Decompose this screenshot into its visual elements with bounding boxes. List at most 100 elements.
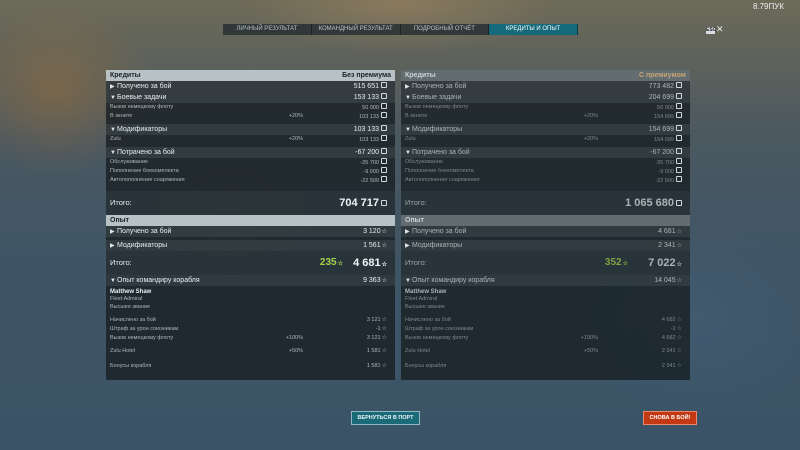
xp-star-icon: ☆ [381, 348, 387, 354]
earned-row[interactable]: ▶ Получено за бой 515 651 [106, 81, 395, 92]
credits-icon [676, 103, 682, 109]
item-label: Пополнение боекомплекта [405, 168, 474, 174]
item-value: -1 [375, 326, 381, 332]
item-percent: +50% [288, 348, 303, 354]
list-item: В зените +20% 103 133 [106, 112, 395, 121]
xp-modifiers-row[interactable]: ▶ Модификаторы 1 561☆ [106, 240, 395, 251]
credits-icon [676, 176, 682, 182]
item-value: 154 699 [654, 114, 674, 120]
earned-label: Получено за бой [117, 83, 172, 90]
credits-icon [381, 125, 387, 131]
credits-icon [676, 125, 682, 131]
item-percent: +20% [288, 136, 303, 142]
xp-star-icon: ☆ [381, 335, 387, 341]
tab-detailed-report[interactable]: ПОДРОБНЫЙ ОТЧЁТ [400, 24, 490, 35]
xp-star-icon: ☆ [676, 363, 682, 369]
total-label: Итого: [405, 258, 427, 267]
commander-rank: Fleet Admiral [405, 296, 438, 302]
credits-icon [676, 82, 682, 88]
free-xp-value: 352 [604, 257, 622, 268]
xp-modifiers-row[interactable]: ▶ Модификаторы 2 341☆ [401, 240, 690, 251]
credits-icon [676, 112, 682, 118]
item-label: Бонусы корабля [405, 363, 447, 369]
list-item: Zulu Hotel +50% 2 341☆ [401, 347, 690, 356]
item-percent: +100% [580, 335, 598, 341]
xp-star-icon: ☆ [676, 335, 682, 341]
credits-mode: С премиумом [638, 72, 686, 79]
tab-personal-result[interactable]: ЛИЧНЫЙ РЕЗУЛЬТАТ [223, 24, 312, 35]
xp-modifiers-value: 2 341 [658, 242, 676, 249]
xp-star-icon: ☆ [676, 278, 682, 284]
credits-icon [381, 112, 387, 118]
credits-total: Итого: 1 065 680 [401, 191, 690, 215]
credits-icon [676, 135, 682, 141]
list-item: Zulu +20% 154 699 [401, 135, 690, 144]
item-percent: +100% [285, 335, 303, 341]
battle-again-button[interactable]: СНОВА В БОЙ! [643, 411, 697, 425]
credits-title: Кредиты [110, 72, 141, 79]
commander-xp-label: Опыт командиру корабля [412, 277, 495, 284]
xp-total-value: 4 681 [353, 257, 381, 269]
spent-row[interactable]: ▼Потрачено за бой -67 200 [106, 147, 395, 158]
xp-modifiers-label: Модификаторы [412, 242, 463, 249]
modifiers-row[interactable]: ▼Модификаторы 154 699 [401, 124, 690, 135]
xp-header: Опыт [106, 215, 395, 226]
item-value: 103 133 [359, 137, 379, 143]
xp-header: Опыт [401, 215, 690, 226]
xp-star-icon: ☆ [381, 317, 387, 323]
item-label: Вызов немецкому флоту [405, 335, 469, 341]
xp-earned-row[interactable]: ▶ Получено за бой 4 681☆ [401, 226, 690, 237]
xp-earned-label: Получено за бой [117, 228, 172, 235]
item-value: 1 581 [366, 348, 381, 354]
xp-star-icon: ☆ [381, 326, 387, 332]
item-value: 2 341 [661, 363, 676, 369]
list-item: Zulu Hotel +50% 1 581☆ [106, 347, 395, 356]
tab-team-result[interactable]: КОМАНДНЫЙ РЕЗУЛЬТАТ [311, 24, 401, 35]
tab-credits-and-xp[interactable]: КРЕДИТЫ И ОПЫТ [489, 24, 578, 35]
earned-row[interactable]: ▶ Получено за бой 773 482 [401, 81, 690, 92]
modifiers-row[interactable]: ▼Модификаторы 103 133 [106, 124, 395, 135]
credits-total: Итого: 704 717 [106, 191, 395, 215]
xp-modifiers-value: 1 561 [363, 242, 381, 249]
missions-row[interactable]: ▼Боевые задачи 153 133 [106, 92, 395, 103]
credits-icon [381, 82, 387, 88]
item-percent: +20% [288, 113, 303, 119]
list-item: Обслуживание -35 700 [106, 158, 395, 167]
total-label: Итого: [110, 258, 132, 267]
item-value: -35 700 [655, 160, 674, 166]
earned-value: 773 482 [648, 83, 674, 90]
xp-star-icon: ☆ [381, 243, 387, 249]
missions-label: Боевые задачи [117, 94, 167, 101]
credits-icon [676, 200, 682, 206]
commander-name: Matthew Shaw [110, 289, 152, 295]
commander-name: Matthew Shaw [405, 289, 447, 295]
item-label: Начислено за бой [405, 317, 451, 323]
list-item: Вызов немецкому флоту +100% 4 682☆ [401, 334, 690, 343]
credits-icon [381, 148, 387, 154]
xp-star-icon: ☆ [381, 278, 387, 284]
close-icon[interactable]: ✕ [716, 24, 724, 35]
item-label: Автопополнение снаряжения [405, 177, 480, 183]
list-item: Вызов немецкому флоту +100% 3 121☆ [106, 334, 395, 343]
missions-row[interactable]: ▼Боевые задачи 204 699 [401, 92, 690, 103]
list-item: Штраф за урон союзникам -1☆ [401, 325, 690, 334]
item-value: 50 000 [657, 105, 674, 111]
list-item: Автопополнение снаряжения -22 500 [401, 176, 690, 185]
return-to-port-button[interactable]: ВЕРНУТЬСЯ В ПОРТ [351, 411, 420, 425]
modifiers-label: Модификаторы [412, 126, 463, 133]
chevron-down-icon: ▼ [405, 278, 411, 284]
item-value: -35 700 [360, 160, 379, 166]
xp-title: Опыт [405, 217, 425, 224]
spent-label: Потрачено за бой [412, 149, 470, 156]
credits-icon [676, 167, 682, 173]
item-label: Вызов немецкому флоту [110, 104, 174, 110]
xp-earned-row[interactable]: ▶ Получено за бой 3 120☆ [106, 226, 395, 237]
spent-row[interactable]: ▼Потрачено за бой -67 200 [401, 147, 690, 158]
item-label: Начислено за бой [110, 317, 156, 323]
item-value: 103 133 [359, 114, 379, 120]
modifiers-label: Модификаторы [117, 126, 168, 133]
commander-xp-row[interactable]: ▼Опыт командиру корабля 9 363☆ [106, 275, 395, 286]
item-label: Zulu [110, 136, 121, 142]
commander-xp-row[interactable]: ▼Опыт командиру корабля 14 045☆ [401, 275, 690, 286]
missions-label: Боевые задачи [412, 94, 462, 101]
